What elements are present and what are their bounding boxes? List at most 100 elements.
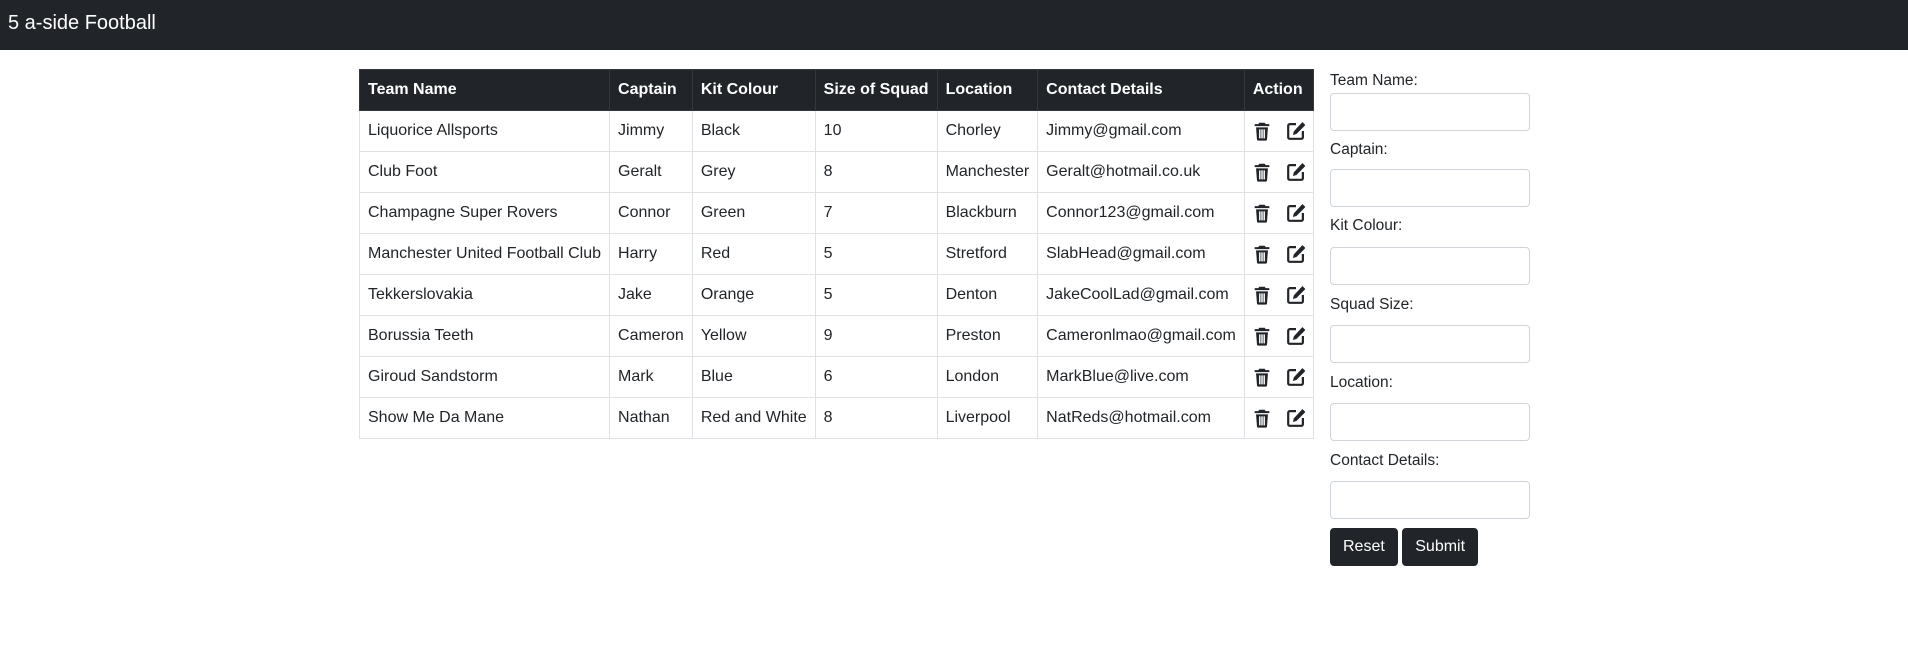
cell-team-name: Champagne Super Rovers [358,192,611,234]
cell-team-name: Borussia Teeth [358,315,611,357]
cell-kit-colour: Yellow [691,315,816,357]
cell-contact-details: Geralt@hotmail.co.uk [1037,151,1245,193]
cell-action [1243,315,1314,357]
header-size-of-squad: Size of Squad [814,69,938,111]
edit-icon[interactable] [1285,120,1307,142]
cell-action [1243,274,1314,316]
brand-title[interactable]: 5 a-side Football [8,12,156,35]
edit-icon[interactable] [1285,366,1307,388]
trash-icon[interactable] [1251,407,1273,429]
edit-icon[interactable] [1285,407,1307,429]
trash-icon[interactable] [1251,284,1273,306]
cell-size-of-squad: 9 [814,315,938,357]
trash-icon[interactable] [1251,161,1273,183]
cell-location: Blackburn [936,192,1039,234]
cell-team-name: Giroud Sandstorm [358,356,611,398]
edit-icon[interactable] [1285,284,1307,306]
trash-icon[interactable] [1251,243,1273,265]
cell-captain: Nathan [609,397,693,439]
cell-location: Manchester [936,151,1039,193]
captain-label: Captain: [1330,141,1388,158]
location-input[interactable] [1330,403,1530,441]
cell-location: Chorley [936,110,1039,152]
cell-captain: Geralt [609,151,693,193]
cell-contact-details: SlabHead@gmail.com [1037,233,1245,275]
header-team-name: Team Name [358,69,611,111]
table-row: Champagne Super Rovers Connor Green 7 Bl… [358,192,1314,234]
table-body: Liquorice Allsports Jimmy Black 10 Chorl… [358,110,1314,439]
trash-icon[interactable] [1251,120,1273,142]
kit-colour-input[interactable] [1330,247,1530,285]
cell-action [1243,397,1314,439]
cell-action [1243,151,1314,193]
trash-icon[interactable] [1251,366,1273,388]
cell-contact-details: Jimmy@gmail.com [1037,110,1245,152]
header-captain: Captain [609,69,693,111]
table-row: Show Me Da Mane Nathan Red and White 8 L… [358,397,1314,439]
cell-team-name: Manchester United Football Club [358,233,611,275]
cell-team-name: Liquorice Allsports [358,110,611,152]
cell-action [1243,192,1314,234]
edit-icon[interactable] [1285,243,1307,265]
table-row: Club Foot Geralt Grey 8 Manchester Geral… [358,151,1314,193]
edit-icon[interactable] [1285,325,1307,347]
cell-size-of-squad: 8 [814,397,938,439]
teams-table: Team Name Captain Kit Colour Size of Squ… [358,69,1314,439]
team-name-input[interactable] [1330,93,1530,131]
cell-kit-colour: Grey [691,151,816,193]
table-header-row: Team Name Captain Kit Colour Size of Squ… [358,69,1314,111]
cell-kit-colour: Red and White [691,397,816,439]
cell-location: Preston [936,315,1039,357]
cell-contact-details: Connor123@gmail.com [1037,192,1245,234]
trash-icon[interactable] [1251,325,1273,347]
cell-kit-colour: Green [691,192,816,234]
table-row: Manchester United Football Club Harry Re… [358,233,1314,275]
cell-location: Liverpool [936,397,1039,439]
cell-size-of-squad: 5 [814,274,938,316]
squad-size-input[interactable] [1330,325,1530,363]
header-kit-colour: Kit Colour [691,69,816,111]
cell-size-of-squad: 8 [814,151,938,193]
cell-captain: Mark [609,356,693,398]
edit-icon[interactable] [1285,202,1307,224]
cell-location: Stretford [936,233,1039,275]
cell-team-name: Show Me Da Mane [358,397,611,439]
navbar: 5 a-side Football [0,0,1908,50]
team-name-label: Team Name: [1330,72,1418,89]
table-row: Borussia Teeth Cameron Yellow 9 Preston … [358,315,1314,357]
kit-colour-label: Kit Colour: [1330,217,1403,234]
cell-captain: Jake [609,274,693,316]
squad-size-label: Squad Size: [1330,296,1414,313]
cell-location: Denton [936,274,1039,316]
edit-icon[interactable] [1285,161,1307,183]
table-header: Team Name Captain Kit Colour Size of Squ… [358,69,1314,111]
captain-input[interactable] [1330,169,1530,207]
cell-action [1243,233,1314,275]
cell-size-of-squad: 6 [814,356,938,398]
cell-kit-colour: Orange [691,274,816,316]
header-location: Location [936,69,1039,111]
cell-action [1243,110,1314,152]
cell-captain: Cameron [609,315,693,357]
cell-size-of-squad: 5 [814,233,938,275]
submit-button[interactable]: Submit [1402,528,1479,566]
contact-details-input[interactable] [1330,481,1530,519]
cell-team-name: Club Foot [358,151,611,193]
cell-captain: Connor [609,192,693,234]
cell-contact-details: JakeCoolLad@gmail.com [1037,274,1245,316]
location-label: Location: [1330,374,1393,391]
cell-captain: Jimmy [609,110,693,152]
cell-size-of-squad: 10 [814,110,938,152]
cell-action [1243,356,1314,398]
header-action: Action [1243,69,1314,111]
cell-location: London [936,356,1039,398]
cell-kit-colour: Black [691,110,816,152]
reset-button[interactable]: Reset [1330,528,1398,566]
form-buttons: Reset Submit [1330,528,1532,566]
contact-details-label: Contact Details: [1330,452,1440,469]
cell-kit-colour: Red [691,233,816,275]
table-row: Tekkerslovakia Jake Orange 5 Denton Jake… [358,274,1314,316]
header-contact-details: Contact Details [1037,69,1245,111]
trash-icon[interactable] [1251,202,1273,224]
cell-contact-details: MarkBlue@live.com [1037,356,1245,398]
